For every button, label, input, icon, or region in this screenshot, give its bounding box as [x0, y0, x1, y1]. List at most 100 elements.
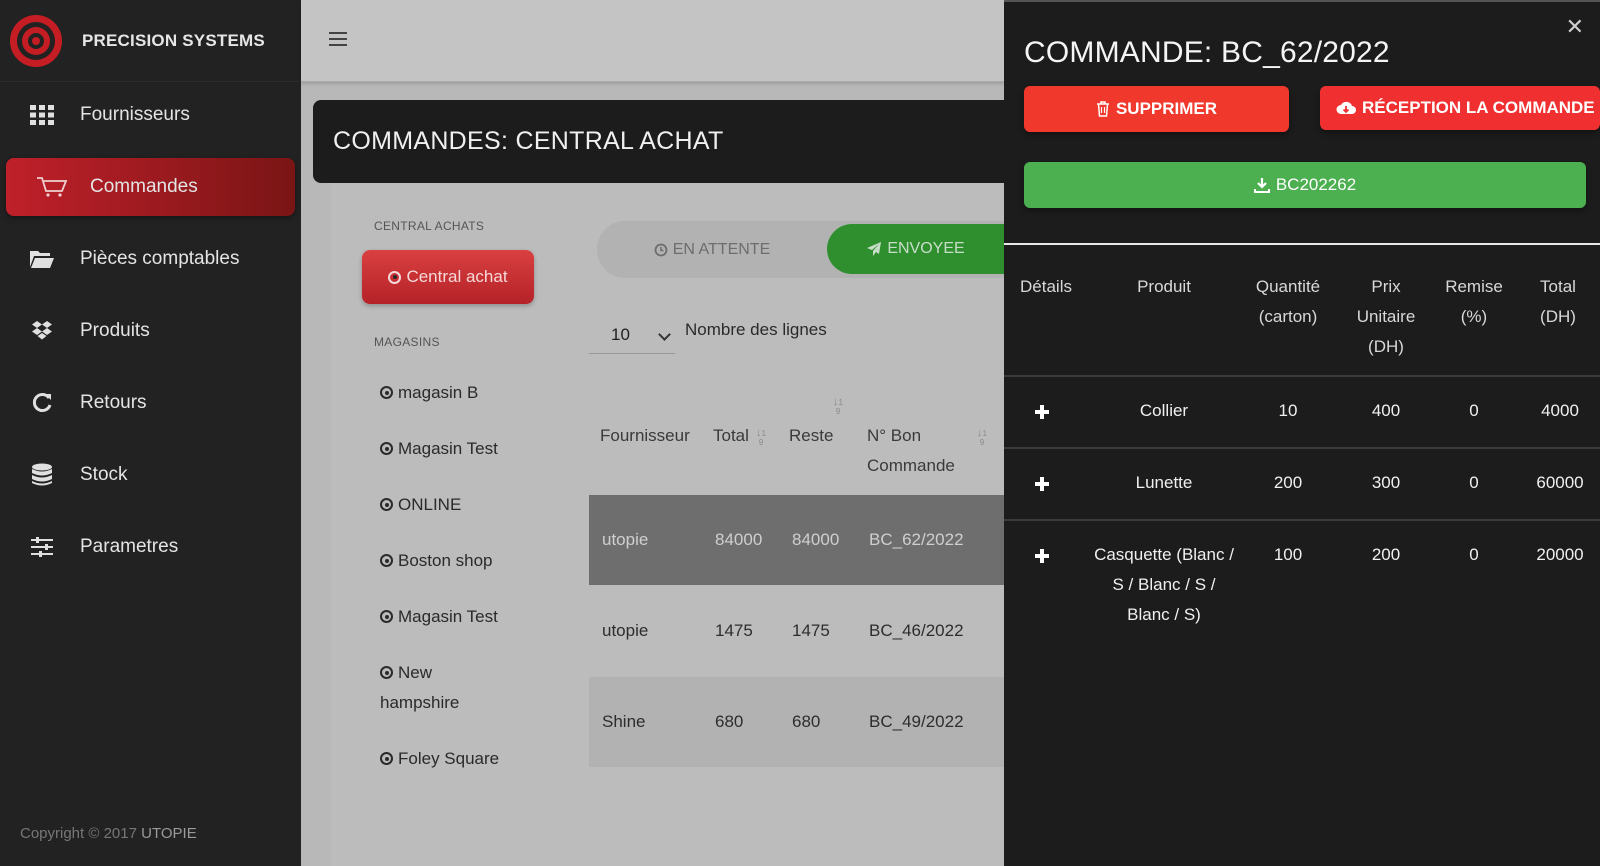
cell-produit: Collier [1139, 401, 1189, 420]
download-icon [1253, 178, 1270, 193]
radio-icon [388, 270, 402, 284]
copyright-brand[interactable]: UTOPIE [141, 825, 197, 842]
central-achats-label: CENTRAL ACHATS [374, 219, 485, 233]
sidebar-item-commandes[interactable]: Commandes [6, 158, 295, 216]
sidebar-item-label: Fournisseurs [80, 104, 190, 125]
cell-prix: 200 [1371, 545, 1401, 564]
copyright-text: Copyright © 2017 [20, 825, 137, 842]
cell-remise: 0 [1469, 545, 1479, 564]
column-header-fournisseur[interactable]: Fournisseur [600, 421, 690, 451]
column-header-total[interactable]: Total [713, 421, 749, 451]
central-achat-button[interactable]: Central achat [362, 250, 534, 304]
expand-details-icon[interactable] [1032, 546, 1052, 566]
tab-envoyee[interactable]: ENVOYEE [827, 224, 1004, 274]
copyright: Copyright © 2017 UTOPIE [20, 825, 197, 842]
row-divider [1004, 519, 1600, 521]
page-header: COMMANDES: CENTRAL ACHAT [313, 100, 1004, 183]
cell-reste: 84000 [792, 530, 840, 549]
store-label: Magasin Test [398, 607, 498, 626]
column-header-reste[interactable]: Reste [789, 421, 833, 451]
cart-icon [34, 173, 70, 201]
dropbox-icon [28, 317, 56, 345]
radio-icon [380, 610, 393, 623]
rows-per-page-label: Nombre des lignes [685, 320, 827, 339]
chevron-down-icon [658, 328, 671, 341]
sidebar-item-label: Commandes [90, 176, 198, 197]
cell-total: 680 [715, 712, 744, 731]
expand-details-icon[interactable] [1032, 402, 1052, 422]
cell-produit: Lunette [1135, 473, 1193, 492]
store-item[interactable]: Magasin Test [380, 602, 530, 632]
radio-icon [380, 666, 393, 679]
download-button[interactable]: BC202262 [1024, 162, 1586, 208]
cell-bon-commande: BC_46/2022 [869, 621, 964, 640]
sidebar-item-parametres[interactable]: Parametres [6, 518, 295, 576]
database-icon [28, 461, 56, 489]
sidebar-item-pieces-comptables[interactable]: Pièces comptables [6, 230, 295, 288]
store-item[interactable]: New hampshire [380, 658, 490, 718]
sort-icon[interactable]: ↓1 9 [833, 397, 843, 417]
store-label: Foley Square [398, 749, 500, 768]
download-label: BC202262 [1275, 175, 1357, 194]
tab-label: ENVOYEE [887, 240, 965, 257]
refresh-icon [28, 389, 56, 417]
magasins-label: MAGASINS [374, 335, 440, 349]
delete-label: SUPPRIMER [1115, 99, 1218, 118]
cell-total: 84000 [715, 530, 763, 549]
store-item[interactable]: Foley Square [380, 744, 530, 774]
table-row[interactable]: utopie 84000 84000 BC_62/2022 [589, 495, 1004, 585]
delete-button[interactable]: SUPPRIMER [1024, 86, 1289, 132]
store-label: Boston shop [398, 551, 493, 570]
reception-button[interactable]: RÉCEPTION LA COMMANDE [1320, 86, 1600, 130]
cell-fournisseur: utopie [602, 621, 649, 640]
tab-en-attente[interactable]: EN ATTENTE [597, 221, 827, 278]
row-divider [1004, 447, 1600, 449]
folder-icon [28, 245, 56, 273]
sort-icon[interactable]: ↓1 9 [756, 428, 766, 448]
sort-icon[interactable]: ↓1 9 [977, 428, 987, 448]
clock-icon [654, 243, 668, 256]
brand: PRECISION SYSTEMS [0, 0, 301, 82]
cell-produit: Casquette (Blanc / S / Blanc / S / Blanc… [1094, 545, 1234, 624]
cell-bon-commande: BC_62/2022 [869, 530, 964, 549]
sidebar-item-label: Stock [80, 464, 128, 485]
sidebar-item-label: Produits [80, 320, 150, 341]
trash-icon [1096, 101, 1109, 117]
cell-total: 60000 [1536, 473, 1584, 492]
store-item[interactable]: Boston shop [380, 546, 530, 576]
order-detail-panel: ✕ COMMANDE: BC_62/2022 SUPPRIMER RÉCEPTI… [1004, 0, 1600, 866]
target-logo-icon [10, 14, 62, 67]
column-header-details: Détails [1020, 277, 1072, 296]
sidebar-item-label: Retours [80, 392, 147, 413]
central-achat-label: Central achat [406, 267, 508, 286]
sidebar-item-fournisseurs[interactable]: Fournisseurs [6, 86, 295, 144]
close-icon[interactable]: ✕ [1566, 16, 1584, 38]
paper-plane-icon [867, 242, 882, 256]
column-header-produit: Produit [1137, 277, 1191, 296]
radio-icon [380, 554, 393, 567]
menu-icon[interactable] [329, 32, 347, 48]
sidebar-item-produits[interactable]: Produits [6, 302, 295, 360]
column-header-prix: Prix Unitaire (DH) [1356, 277, 1416, 356]
sidebar-item-stock[interactable]: Stock [6, 446, 295, 504]
sliders-icon [28, 533, 56, 561]
sidebar-item-retours[interactable]: Retours [6, 374, 295, 432]
store-item[interactable]: Magasin Test [380, 434, 530, 464]
sidebar-item-label: Pièces comptables [80, 248, 240, 269]
table-row[interactable]: utopie 1475 1475 BC_46/2022 [589, 586, 1004, 676]
column-header-bon-commande[interactable]: N° Bon Commande [867, 421, 977, 481]
cell-total: 1475 [715, 621, 753, 640]
cell-total: 4000 [1541, 401, 1579, 420]
rows-per-page-select[interactable]: 10 [589, 316, 675, 354]
cell-fournisseur: utopie [602, 530, 649, 549]
reception-label: RÉCEPTION LA COMMANDE [1362, 98, 1595, 117]
store-item[interactable]: magasin B [380, 378, 530, 408]
panel-title: COMMANDE: BC_62/2022 [1024, 36, 1390, 69]
cell-prix: 300 [1371, 473, 1401, 492]
store-item[interactable]: ONLINE [380, 490, 530, 520]
store-label: ONLINE [398, 495, 462, 514]
table-row[interactable]: Shine 680 680 BC_49/2022 [589, 677, 1004, 767]
grid-icon [28, 101, 56, 129]
cell-fournisseur: Shine [602, 712, 646, 731]
expand-details-icon[interactable] [1032, 474, 1052, 494]
